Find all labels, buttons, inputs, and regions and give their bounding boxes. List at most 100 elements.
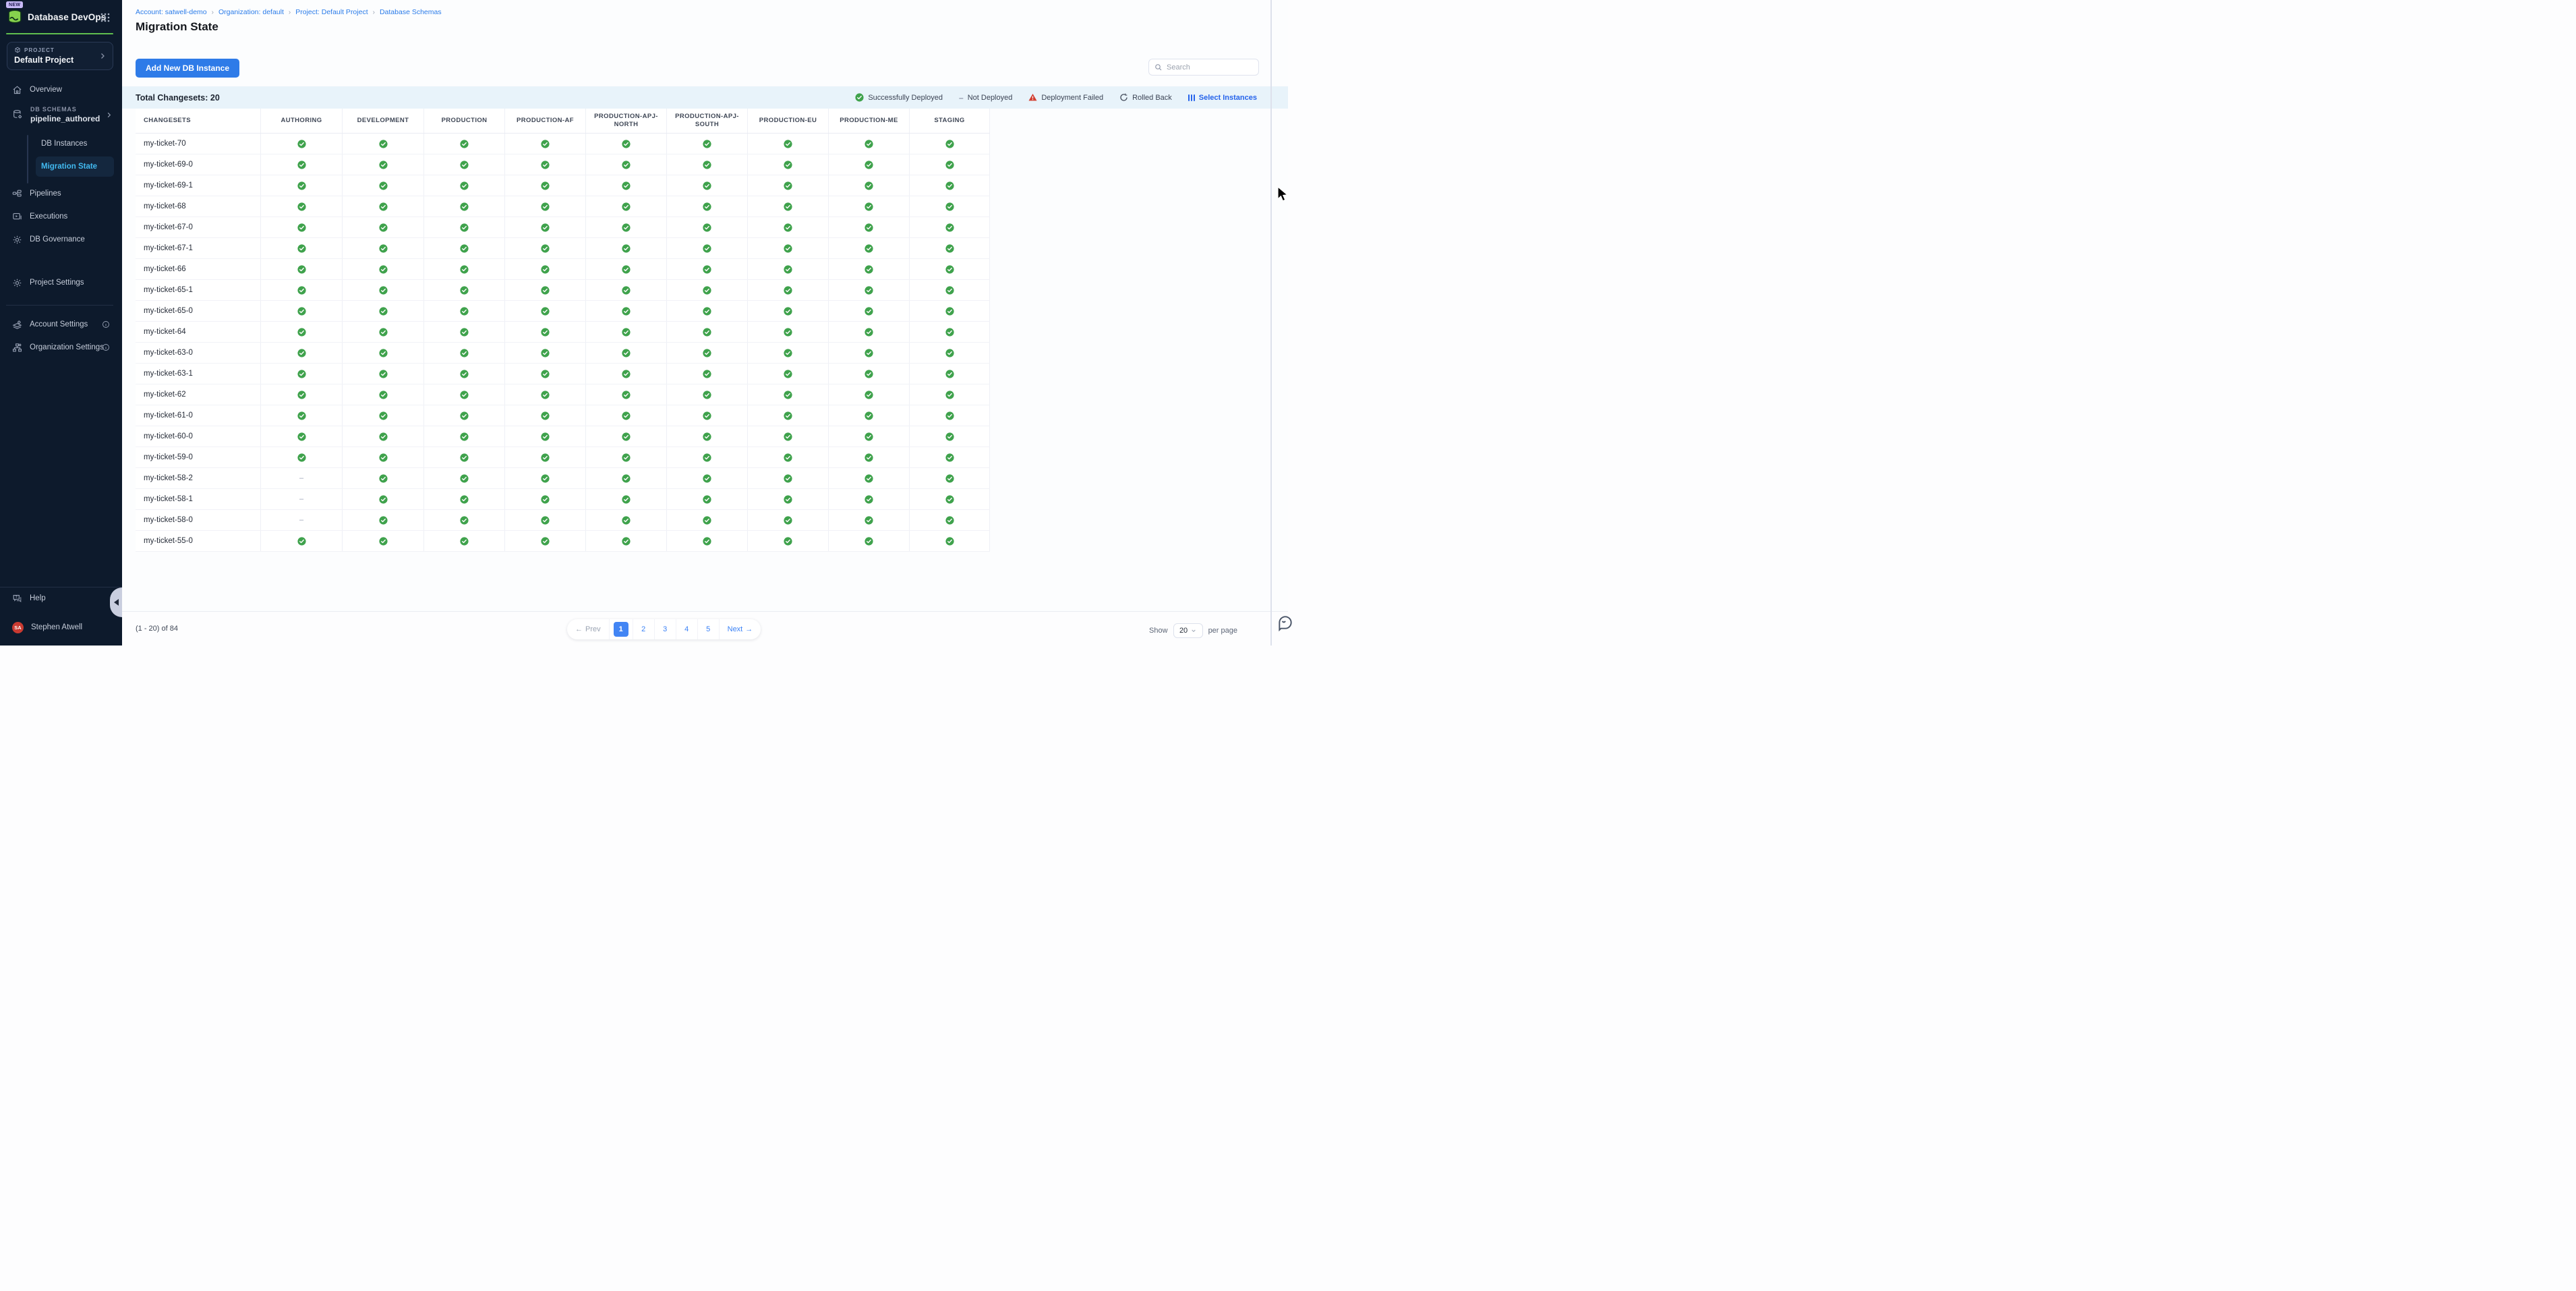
check-circle-icon [945,411,954,420]
info-icon[interactable] [102,320,110,328]
check-circle-icon [945,432,954,441]
table-row: my-ticket-58-1– [136,489,990,510]
avatar: SA [12,622,24,633]
changeset-name: my-ticket-60-0 [136,426,261,447]
check-circle-icon [460,161,469,169]
status-legend: Successfully Deployed–Not DeployedDeploy… [855,93,1257,103]
status-cell-deployed [748,489,829,509]
page-button-3[interactable]: 3 [655,619,676,639]
scrollbar-track[interactable] [1270,0,1272,646]
check-circle-icon [945,307,954,316]
status-cell-deployed [667,364,748,384]
table-row: my-ticket-55-0 [136,531,990,552]
status-cell-deployed [910,238,990,258]
sidebar-item-overview[interactable]: Overview [0,80,122,100]
status-cell-deployed [829,280,910,300]
status-cell-deployed [910,468,990,488]
check-circle-icon [622,411,631,420]
sidebar-item-db-governance[interactable]: DB Governance [0,229,122,250]
check-circle-icon [865,202,873,211]
check-circle-icon [784,349,792,357]
status-cell-deployed [667,489,748,509]
account-settings-icon [12,320,22,330]
project-selector[interactable]: PROJECT Default Project [7,42,113,70]
breadcrumb-link[interactable]: Account: satwell-demo [136,8,207,16]
status-cell-deployed [586,426,667,447]
changeset-name: my-ticket-69-1 [136,175,261,196]
sidebar-item-account-settings[interactable]: Account Settings [0,314,122,335]
changeset-name: my-ticket-58-0 [136,510,261,530]
info-icon[interactable] [102,343,110,351]
changeset-name: my-ticket-58-2 [136,468,261,488]
status-cell-deployed [748,134,829,154]
check-circle-icon [865,453,873,462]
page-size-select[interactable]: 20 [1173,623,1203,638]
search-input[interactable] [1167,63,1253,71]
sidebar-item-migration-state[interactable]: Migration State [36,156,114,177]
arrow-right-icon: → [745,625,753,633]
sidebar-item-db-instances[interactable]: DB Instances [36,135,117,152]
apps-grid-icon[interactable] [100,13,110,22]
breadcrumb-link[interactable]: Organization: default [218,8,284,16]
status-cell-deployed [667,384,748,405]
changeset-name: my-ticket-62 [136,384,261,405]
status-cell-deployed [261,405,343,426]
check-circle-icon [865,537,873,546]
page-button-2[interactable]: 2 [633,619,655,639]
add-db-instance-button[interactable]: Add New DB Instance [136,59,239,78]
breadcrumb-link[interactable]: Project: Default Project [295,8,368,16]
sidebar-item-pipelines[interactable]: Pipelines [0,183,122,204]
check-circle-icon [622,349,631,357]
page-button-4[interactable]: 4 [676,619,698,639]
column-header-staging: STAGING [910,109,990,133]
status-cell-deployed [748,196,829,217]
status-cell-deployed [261,259,343,279]
table-row: my-ticket-64 [136,322,990,343]
check-circle-icon [297,349,306,357]
sidebar-collapse-handle[interactable] [110,587,122,617]
check-circle-icon [541,349,550,357]
status-cell-deployed [505,364,586,384]
status-cell-deployed [748,175,829,196]
check-circle-icon [865,265,873,274]
status-cell-deployed [667,217,748,237]
status-cell-deployed [505,384,586,405]
search-box[interactable] [1148,59,1259,76]
gear-icon [12,278,22,288]
sidebar-item-executions[interactable]: Executions [0,206,122,227]
sidebar-item-organization-settings[interactable]: Organization Settings [0,337,122,357]
sidebar-item-project-settings[interactable]: Project Settings [0,272,122,293]
sidebar-item-help[interactable]: ? Help [0,588,122,608]
status-cell-deployed [343,447,424,467]
support-chat-icon[interactable] [1277,614,1294,631]
status-cell-deployed [667,259,748,279]
user-menu[interactable]: SA Stephen Atwell [0,617,122,637]
status-cell-deployed [261,238,343,258]
check-circle-icon [379,349,388,357]
check-circle-icon [703,328,711,337]
status-cell-deployed [829,196,910,217]
check-circle-icon [703,181,711,190]
status-cell-deployed [586,405,667,426]
check-circle-icon [703,161,711,169]
status-cell-deployed [261,447,343,467]
page-button-5[interactable]: 5 [698,619,720,639]
dash-icon: – [959,93,964,103]
page-button-1[interactable]: 1 [610,619,633,639]
next-page-button[interactable]: Next→ [720,619,761,639]
page-title: Migration State [136,20,218,34]
check-circle-icon [703,495,711,504]
status-cell-deployed [505,322,586,342]
status-cell-deployed [910,426,990,447]
changeset-name: my-ticket-69-0 [136,154,261,175]
check-circle-icon [855,93,864,102]
status-cell-deployed [343,259,424,279]
prev-page-button[interactable]: ←Prev [567,619,610,639]
select-instances-button[interactable]: Select Instances [1188,94,1257,102]
check-circle-icon [622,202,631,211]
check-circle-icon [622,516,631,525]
check-circle-icon [945,223,954,232]
table-footer: (1 - 20) of 84 ←Prev12345Next→ Show 20 p… [122,611,1288,646]
breadcrumb-link[interactable]: Database Schemas [380,8,442,16]
sidebar-item-db-schemas[interactable]: DB SCHEMAS pipeline_authored [0,101,122,128]
